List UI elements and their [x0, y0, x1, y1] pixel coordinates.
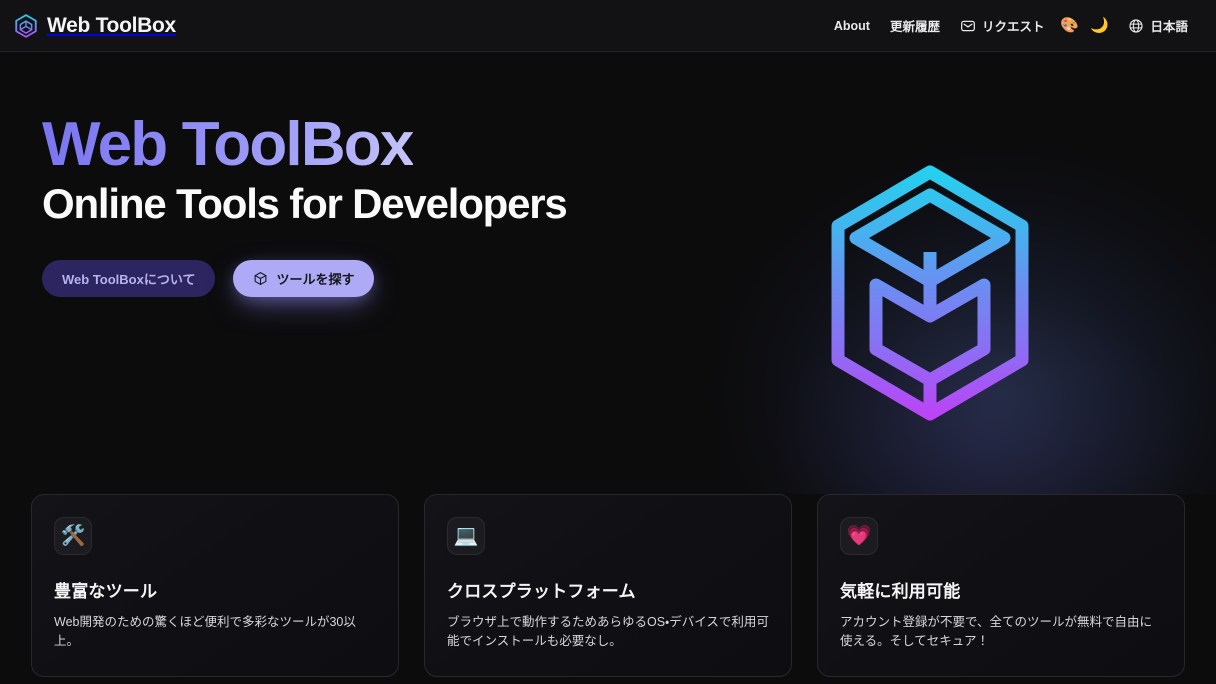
site-header: Web ToolBox About 更新履歴 リクエスト 🎨 🌙 日本語 — [0, 0, 1216, 52]
language-label: 日本語 — [1150, 20, 1188, 34]
explore-tools-button[interactable]: ツールを探す — [233, 260, 375, 298]
nav-about-label: About — [833, 18, 870, 33]
language-switcher[interactable]: 日本語 — [1118, 10, 1198, 41]
about-button[interactable]: Web ToolBoxについて — [42, 260, 216, 298]
hammer-and-wrench-icon: 🛠️ — [60, 525, 86, 547]
pink-heart-icon: 💗 — [846, 525, 872, 547]
brand-logo-link[interactable]: Web ToolBox — [14, 14, 176, 38]
hero-section: Web ToolBox Online Tools for Developers … — [0, 52, 1216, 494]
feature-description: ブラウザ上で動作するためあらゆるOS・デバイスで利用可能でインストールも必要なし… — [447, 615, 769, 649]
nav-changelog-label: 更新履歴 — [889, 20, 940, 34]
cube-icon — [253, 271, 268, 286]
nav-changelog[interactable]: 更新履歴 — [880, 10, 950, 41]
nav-request-label: リクエスト — [981, 20, 1045, 34]
page-root: Web ToolBox About 更新履歴 リクエスト 🎨 🌙 日本語 Web… — [0, 0, 1216, 684]
primary-navigation: About 更新履歴 リクエスト 🎨 🌙 日本語 — [824, 10, 1198, 41]
feature-card[interactable]: 💻 クロスプラットフォーム ブラウザ上で動作するためあらゆるOS・デバイスで利用… — [424, 494, 792, 677]
theme-palette-button[interactable]: 🎨 — [1055, 12, 1083, 40]
nav-about[interactable]: About — [824, 13, 880, 39]
globe-icon — [1128, 18, 1144, 34]
brand-name: Web ToolBox — [47, 13, 176, 37]
crescent-moon-icon: 🌙 — [1090, 17, 1109, 34]
mail-icon — [960, 18, 976, 34]
feature-description: Web開発のための驚くほど便利で多彩なツールが30以上。 — [54, 615, 356, 649]
explore-tools-button-label: ツールを探す — [276, 272, 355, 288]
dark-mode-toggle[interactable]: 🌙 — [1085, 12, 1113, 40]
feature-description: アカウント登録が不要で、全てのツールが無料で自由に使える。そしてセキュア！ — [840, 615, 1153, 649]
feature-title: 気軽に利用可能 — [840, 582, 961, 601]
palette-icon: 🎨 — [1060, 17, 1079, 34]
hex-cube-logo-icon — [14, 13, 38, 38]
about-button-label: Web ToolBoxについて — [62, 272, 196, 288]
hero-content: Web ToolBox Online Tools for Developers … — [0, 52, 1216, 494]
feature-title: 豊富なツール — [54, 582, 158, 601]
feature-card[interactable]: 🛠️ 豊富なツール Web開発のための驚くほど便利で多彩なツールが30以上。 — [31, 494, 399, 677]
feature-cards-section: 🛠️ 豊富なツール Web開発のための驚くほど便利で多彩なツールが30以上。 💻… — [0, 494, 1216, 677]
hero-subtitle: Online Tools for Developers — [42, 180, 568, 227]
feature-card[interactable]: 💗 気軽に利用可能 アカウント登録が不要で、全てのツールが無料で自由に使える。そ… — [817, 494, 1185, 677]
feature-title: クロスプラットフォーム — [447, 582, 636, 601]
feature-icon-wrapper: 🛠️ — [54, 517, 92, 555]
hero-title: Web ToolBox — [42, 110, 414, 179]
hero-cta-row: Web ToolBoxについて ツールを探す — [42, 260, 1216, 298]
feature-icon-wrapper: 💗 — [840, 517, 878, 555]
laptop-icon: 💻 — [453, 525, 479, 547]
feature-icon-wrapper: 💻 — [447, 517, 485, 555]
nav-request[interactable]: リクエスト — [950, 10, 1055, 41]
